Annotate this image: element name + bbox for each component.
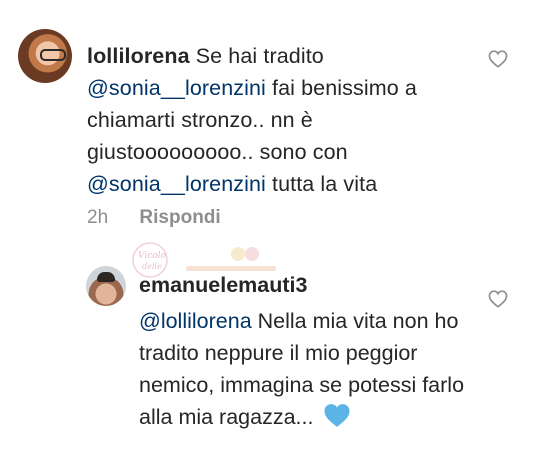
heart-outline-icon[interactable] — [488, 50, 508, 73]
avatar[interactable] — [18, 29, 72, 83]
blue-heart-icon — [323, 403, 351, 437]
comment-text-part3: tutta la vita — [272, 172, 378, 196]
comment-time: 2h — [87, 207, 109, 228]
avatar[interactable] — [86, 266, 126, 306]
reply-button[interactable]: Rispondi — [139, 207, 220, 228]
mention-link[interactable]: @sonia__lorenzini — [87, 76, 266, 100]
reply-username[interactable]: emanuelemauti3 — [139, 270, 307, 300]
mention-link[interactable]: @sonia__lorenzini — [87, 172, 266, 196]
heart-outline-icon[interactable] — [488, 290, 508, 313]
reply-text: @lollilorena Nella mia vita non ho tradi… — [139, 305, 469, 437]
comment-text: lollilorena Se hai tradito @sonia__loren… — [87, 40, 477, 200]
svg-text:Vicolo: Vicolo — [138, 251, 167, 261]
comment-username[interactable]: lollilorena — [87, 44, 190, 68]
comment-meta: 2h Rispondi — [87, 207, 221, 229]
mention-link[interactable]: @lollilorena — [139, 309, 252, 333]
comment-text-part1: Se hai tradito — [195, 44, 324, 68]
